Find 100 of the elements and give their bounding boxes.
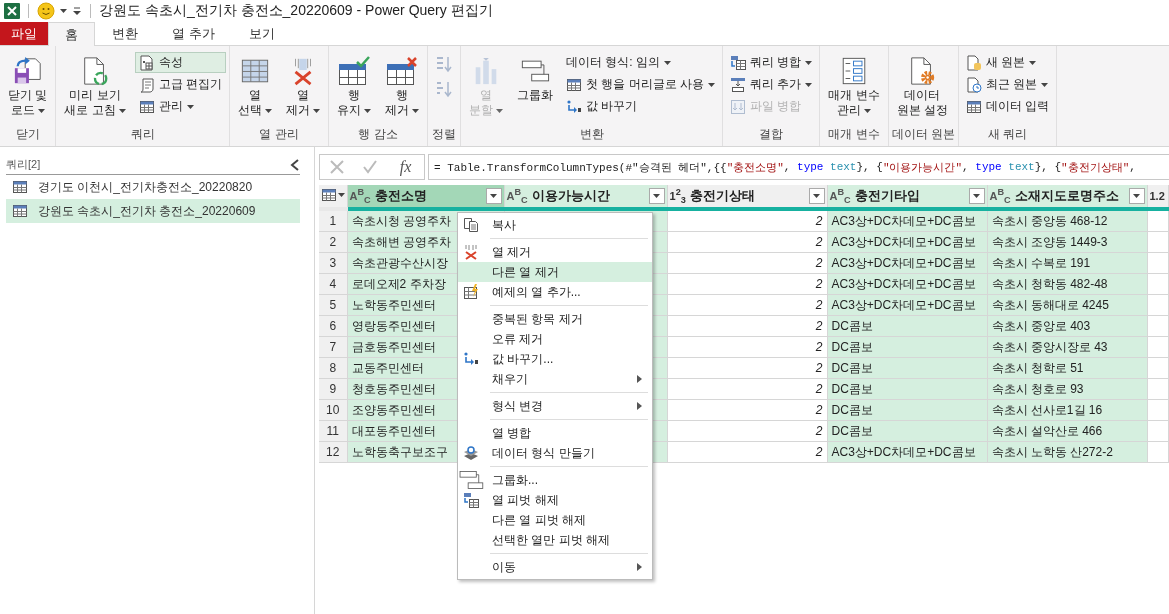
check-icon[interactable] bbox=[362, 159, 379, 175]
row-number: 9 bbox=[319, 378, 347, 400]
sort-descending-icon bbox=[435, 80, 454, 98]
ribbon-button[interactable]: 행 유지 bbox=[332, 51, 377, 121]
ribbon-button[interactable]: 데이터 형식: 임의 bbox=[562, 52, 720, 73]
ribbon-button[interactable]: 쿼리 추가 bbox=[726, 74, 817, 95]
type-label: 1.2 bbox=[1149, 190, 1165, 202]
table-cell: 2 bbox=[667, 336, 827, 358]
menu-item[interactable]: 그룹화... bbox=[458, 470, 652, 490]
layers-icon bbox=[463, 445, 479, 461]
group-label: 새 쿼리 bbox=[987, 126, 1029, 143]
caret-icon bbox=[265, 108, 273, 113]
ribbon-button[interactable]: 값 바꾸기 bbox=[562, 96, 720, 117]
remove-column-icon bbox=[463, 244, 479, 260]
properties-icon bbox=[138, 54, 155, 71]
menu-item[interactable]: 다른 열 피벗 해제 bbox=[458, 510, 652, 530]
menu-item[interactable]: 이동 bbox=[458, 557, 652, 577]
table-cell: 2 bbox=[667, 315, 827, 337]
caret-icon bbox=[653, 194, 660, 198]
ribbon-button[interactable]: 속성 bbox=[134, 52, 227, 73]
table-cell: 2 bbox=[667, 441, 827, 463]
group-label: 닫기 bbox=[14, 126, 41, 143]
scroll-icon bbox=[138, 76, 155, 93]
column-header[interactable]: 1$^{2}$$_{3}$ 충전기상태 bbox=[667, 185, 827, 209]
ribbon-button[interactable]: 데이터 입력 bbox=[962, 96, 1054, 117]
caret-icon bbox=[490, 194, 497, 198]
ribbon-button[interactable]: 관리 bbox=[134, 96, 227, 117]
ribbon-button[interactable]: 열 선택 bbox=[233, 51, 278, 121]
table-cell: 2 bbox=[667, 378, 827, 400]
ribbon-button[interactable]: 열 제거 bbox=[281, 51, 326, 121]
column-header[interactable]: A$^{B}$$_{C}$ 이용가능시간 bbox=[504, 185, 667, 209]
sort-ascending-icon bbox=[435, 55, 454, 73]
table-cell: 속초시 중앙동 468-12 bbox=[987, 209, 1147, 232]
collapse-icon[interactable] bbox=[290, 158, 300, 171]
file-tab[interactable]: 파일 bbox=[0, 22, 48, 45]
caret-icon bbox=[805, 60, 813, 65]
ribbon-button[interactable]: 고급 편집기 bbox=[134, 74, 227, 95]
menu-item[interactable]: 선택한 열만 피벗 해제 bbox=[458, 530, 652, 550]
group-label: 변환 bbox=[578, 126, 605, 143]
filter-button[interactable] bbox=[648, 188, 665, 204]
function-button[interactable]: fx bbox=[395, 158, 416, 176]
replace-values-icon bbox=[463, 351, 479, 367]
filter-button[interactable] bbox=[485, 188, 502, 204]
row-number: 7 bbox=[319, 336, 347, 358]
table-cell: AC3상+DC차데모+DC콤보 bbox=[827, 209, 987, 232]
ribbon-button[interactable]: 쿼리 병합 bbox=[726, 52, 817, 73]
caret-icon bbox=[1133, 194, 1140, 198]
row-number: 4 bbox=[319, 273, 347, 295]
ribbon-button[interactable]: 새 원본 bbox=[962, 52, 1054, 73]
table-cell: 2 bbox=[667, 209, 827, 232]
caret-icon bbox=[664, 60, 672, 65]
caret-icon bbox=[708, 82, 716, 87]
table-menu-button[interactable] bbox=[321, 186, 345, 203]
append-icon bbox=[730, 76, 747, 93]
column-header[interactable]: A$^{B}$$_{C}$ 충전소명 bbox=[347, 185, 504, 209]
row-number: 11 bbox=[319, 420, 347, 442]
caret-icon bbox=[364, 108, 372, 113]
document-database-icon bbox=[966, 54, 983, 71]
ribbon-button[interactable]: 행 제거 bbox=[380, 51, 425, 121]
menu-item[interactable]: 열 피벗 해제 bbox=[458, 490, 652, 510]
menu-item[interactable]: 다른 열 제거 bbox=[458, 262, 652, 282]
filter-button[interactable] bbox=[808, 188, 825, 204]
caret-icon bbox=[1029, 60, 1037, 65]
group-label: 쿼리 bbox=[129, 126, 156, 143]
ribbon-button[interactable]: 매개 변수 관리 bbox=[823, 51, 885, 121]
table-cell: 2 bbox=[667, 294, 827, 316]
ribbon-tab[interactable]: 열 추가 bbox=[155, 22, 232, 45]
ribbon-button[interactable]: 그룹화 bbox=[512, 51, 559, 106]
customize-icon[interactable] bbox=[72, 6, 82, 16]
ribbon-button[interactable]: 데이터 원본 설정 bbox=[891, 51, 954, 121]
ribbon-button[interactable]: 첫 행을 머리글로 사용 bbox=[562, 74, 720, 95]
caret-icon bbox=[973, 194, 980, 198]
column-name: 이용가능시간 bbox=[531, 187, 611, 205]
table-cell: 2 bbox=[667, 231, 827, 253]
query-item[interactable]: 경기도 이천시_전기차충전소_20220820 bbox=[6, 175, 300, 199]
formula-field[interactable]: = Table.TransformColumnTypes(#"승격된 헤더",{{"충전소명", type text}, {"이용가능시간", type text}, {"충전기상태", bbox=[428, 154, 1169, 180]
combine-files-icon bbox=[730, 98, 747, 115]
filter-button[interactable] bbox=[1128, 188, 1145, 204]
row-number: 6 bbox=[319, 315, 347, 337]
submenu-arrow-icon bbox=[637, 563, 642, 571]
ribbon-button[interactable]: 미리 보기 새로 고침 bbox=[59, 51, 131, 121]
unpivot-icon bbox=[463, 492, 479, 508]
row-number: 12 bbox=[319, 441, 347, 463]
ribbon-button[interactable]: 닫기 및 로드 bbox=[3, 51, 53, 121]
ribbon-button[interactable]: 최근 원본 bbox=[962, 74, 1054, 95]
ribbon-tab[interactable]: 보기 bbox=[231, 22, 292, 45]
smiley-icon[interactable] bbox=[37, 2, 55, 20]
query-item[interactable]: 강원도 속초시_전기차 충전소_20220609 bbox=[6, 199, 300, 223]
caret-icon bbox=[864, 108, 872, 113]
spreadsheet-app-icon[interactable] bbox=[4, 3, 20, 19]
column-header[interactable]: A$^{B}$$_{C}$ 소재지도로명주소 bbox=[987, 185, 1147, 209]
column-name: 충전소명 bbox=[374, 187, 428, 205]
column-header[interactable]: A$^{B}$$_{C}$ 충전기타입 bbox=[827, 185, 987, 209]
column-header[interactable]: 1.2 bbox=[1147, 185, 1168, 209]
row-number: 2 bbox=[319, 231, 347, 253]
caret-icon bbox=[496, 108, 504, 113]
filter-button[interactable] bbox=[968, 188, 985, 204]
ribbon-tab[interactable]: 홈 bbox=[48, 22, 95, 46]
ribbon-tab[interactable]: 변환 bbox=[95, 22, 155, 45]
row-number: 5 bbox=[319, 294, 347, 316]
